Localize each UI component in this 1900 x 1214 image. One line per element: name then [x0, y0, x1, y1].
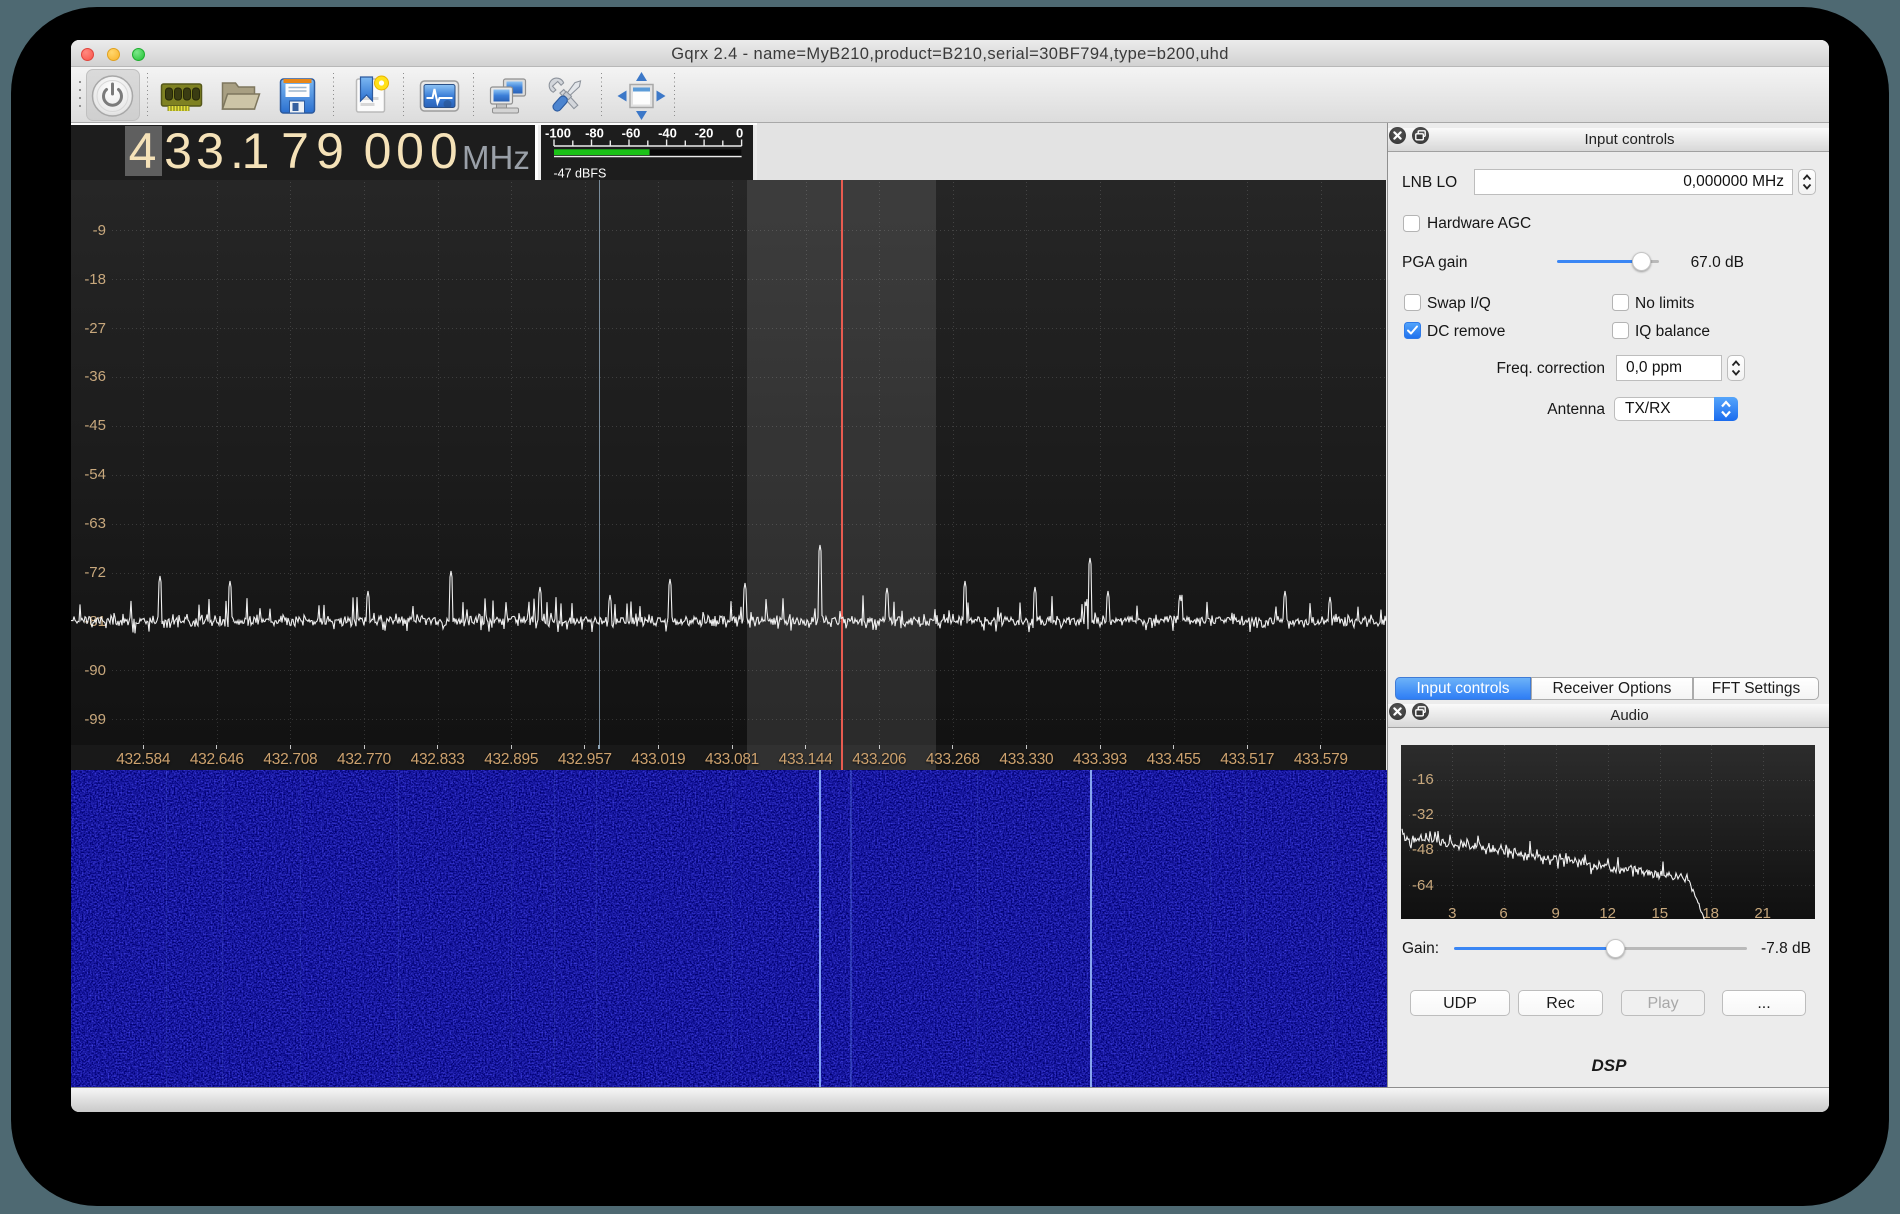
- svg-text:-47 dBFS: -47 dBFS: [554, 167, 607, 181]
- svg-text:0: 0: [736, 126, 743, 141]
- svg-text:-60: -60: [622, 126, 641, 141]
- svg-text:-100: -100: [545, 126, 571, 141]
- svg-text:-20: -20: [695, 126, 714, 141]
- svg-text:-80: -80: [585, 126, 604, 141]
- svg-text:-40: -40: [658, 126, 677, 141]
